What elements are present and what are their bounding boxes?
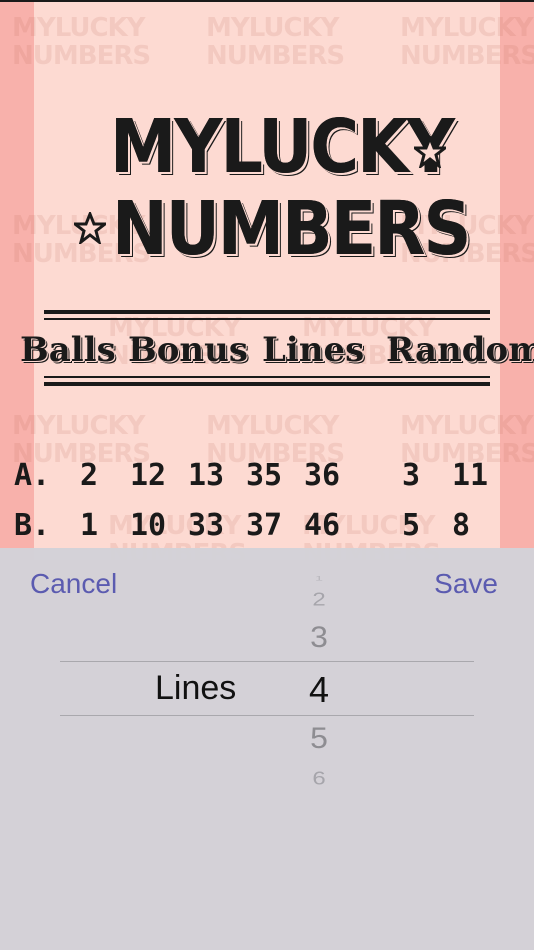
star-icon	[414, 136, 446, 168]
draw-label: A.	[14, 458, 51, 493]
lines-picker-wheel[interactable]: 1 2 3 4 5 6	[288, 548, 350, 950]
tab-random[interactable]: Random	[386, 330, 534, 370]
top-border	[0, 0, 534, 2]
logo-title-line2: NUMBERS	[112, 186, 471, 272]
ball-number: 13	[188, 458, 225, 493]
ball-number: 46	[304, 508, 341, 543]
lucky-numbers-app: MYLUCKY NUMBERS MYLUCKY NUMBERS MYLUCKY NUM…	[0, 0, 534, 560]
draw-row: B. 1 10 33 37 46 5 8	[0, 508, 534, 548]
bonus-number: 8	[452, 508, 471, 543]
ball-number: 33	[188, 508, 225, 543]
picker-option[interactable]: 1	[288, 574, 350, 581]
tab-lines[interactable]: Lines	[262, 330, 364, 370]
ball-number: 10	[130, 508, 167, 543]
picker-option[interactable]: 2	[288, 589, 350, 611]
cancel-button[interactable]: Cancel	[30, 568, 117, 600]
divider	[44, 376, 490, 378]
ball-number: 12	[130, 458, 167, 493]
picker-selection-top-line	[60, 661, 474, 662]
divider	[44, 382, 490, 386]
ball-number: 35	[246, 458, 283, 493]
ball-number: 2	[80, 458, 99, 493]
tab-bonus[interactable]: Bonus	[128, 330, 248, 370]
lines-picker-sheet: Cancel Save Lines 1 2 3 4 5 6	[0, 548, 534, 950]
picker-option[interactable]: 6	[288, 769, 350, 790]
bonus-number: 3	[402, 458, 421, 493]
divider	[44, 310, 490, 314]
watermark: MYLUCKYNUMBERS	[12, 13, 151, 71]
logo-title-line1: MYLUCKY	[110, 104, 455, 190]
header-tabs: Balls Bonus Lines Random	[0, 330, 534, 374]
picker-selection-bottom-line	[60, 715, 474, 716]
picker-option[interactable]: 3	[288, 620, 350, 654]
ball-number: 36	[304, 458, 341, 493]
watermark: MYLUCKYNUMBERS	[400, 13, 534, 71]
draw-row: A. 2 12 13 35 36 3 11	[0, 458, 534, 498]
draw-label: B.	[14, 508, 51, 543]
bonus-number: 11	[452, 458, 489, 493]
save-button[interactable]: Save	[434, 568, 498, 600]
ball-number: 37	[246, 508, 283, 543]
picker-option[interactable]: 5	[288, 721, 350, 755]
watermark: MYLUCKYNUMBERS	[206, 13, 345, 71]
bonus-number: 5	[402, 508, 421, 543]
divider	[44, 318, 490, 320]
ball-number: 1	[80, 508, 99, 543]
picker-selection-label: Lines	[155, 669, 237, 707]
picker-option-selected[interactable]: 4	[288, 669, 350, 711]
tab-balls[interactable]: Balls	[20, 330, 116, 370]
star-icon	[74, 212, 106, 244]
